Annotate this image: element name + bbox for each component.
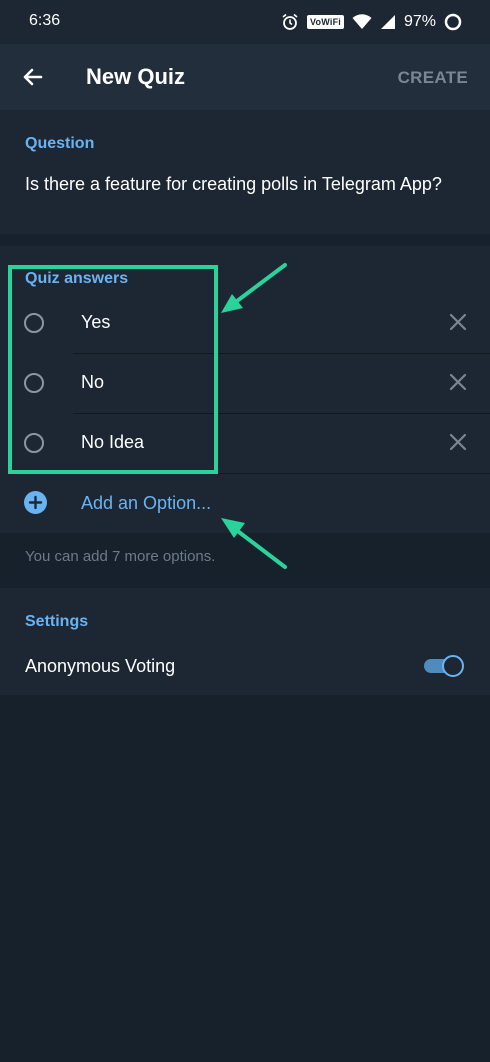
question-input[interactable]: Is there a feature for creating polls in…	[25, 173, 445, 196]
create-button[interactable]: CREATE	[398, 68, 468, 88]
battery-icon	[444, 13, 462, 31]
settings-header: Settings	[25, 613, 89, 630]
wifi-icon	[352, 14, 372, 29]
question-header: Question	[25, 135, 95, 152]
battery-percent: 97%	[403, 13, 436, 30]
annotation-arrow-icon	[221, 263, 287, 313]
status-icons: VoWiFi 97%	[281, 10, 462, 34]
highlight-box	[8, 265, 218, 474]
status-bar: 6:36 VoWiFi 97%	[0, 0, 490, 44]
add-option-label: Add an Option...	[81, 493, 212, 513]
app-bar: New Quiz CREATE	[0, 44, 490, 110]
options-hint: You can add 7 more options.	[25, 548, 216, 565]
vowifi-badge: VoWiFi	[307, 15, 344, 29]
close-icon[interactable]	[447, 431, 469, 453]
plus-circle-icon	[24, 491, 47, 514]
question-section: Question Is there a feature for creating…	[0, 110, 490, 234]
back-button[interactable]	[16, 60, 50, 94]
toggle-knob	[442, 655, 464, 677]
status-time: 6:36	[29, 12, 61, 29]
annotation-arrow-icon	[221, 518, 287, 569]
page-title: New Quiz	[86, 64, 186, 89]
close-icon[interactable]	[447, 371, 469, 393]
arrow-left-icon	[23, 68, 43, 86]
signal-icon	[380, 15, 395, 29]
anonymous-voting-toggle[interactable]	[424, 655, 464, 677]
settings-section: Settings Anonymous Voting	[0, 588, 490, 695]
close-icon[interactable]	[447, 311, 469, 333]
alarm-icon	[282, 13, 298, 30]
anonymous-voting-label: Anonymous Voting	[25, 656, 176, 676]
